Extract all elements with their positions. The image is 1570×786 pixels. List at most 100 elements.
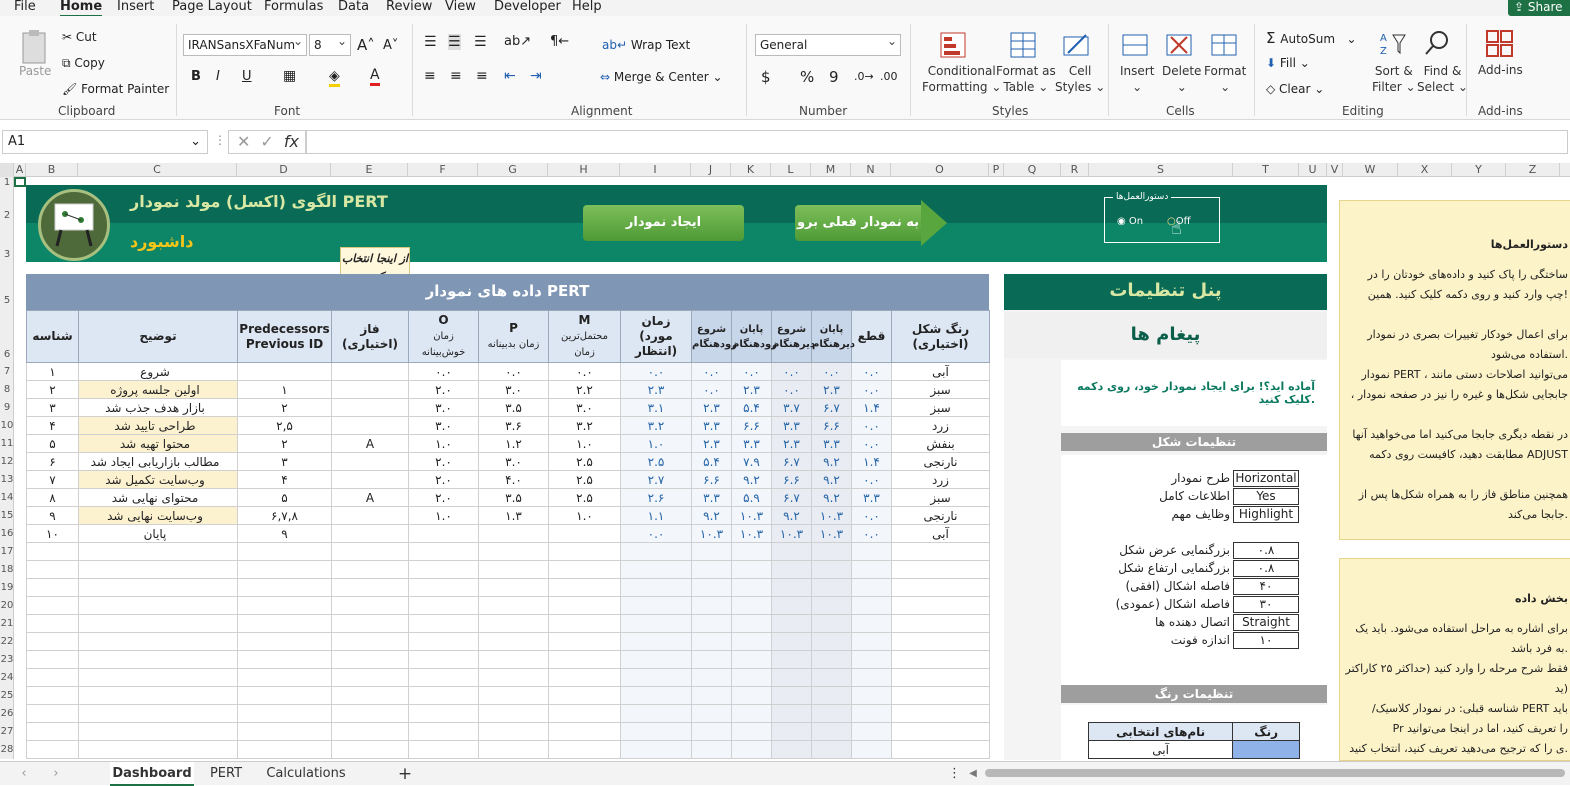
- cell-pessimistic[interactable]: ۱.۳: [478, 506, 549, 525]
- empty-cell[interactable]: [771, 614, 812, 633]
- cell-id[interactable]: ۴: [26, 416, 79, 435]
- conditional-formatting-button[interactable]: Conditional Formatting ⌄: [922, 63, 1001, 95]
- empty-cell[interactable]: [478, 704, 549, 723]
- empty-cell[interactable]: [811, 542, 852, 561]
- empty-cell[interactable]: [620, 686, 692, 705]
- empty-cell[interactable]: [26, 542, 79, 561]
- number-format-select[interactable]: General: [755, 31, 901, 56]
- empty-cell[interactable]: [771, 578, 812, 597]
- empty-cell[interactable]: [478, 686, 549, 705]
- cell-early-start[interactable]: ۶.۶: [691, 470, 732, 489]
- cell-critical[interactable]: ۰.۰: [851, 506, 892, 525]
- empty-cell[interactable]: [620, 560, 692, 579]
- row-header[interactable]: 3: [0, 249, 14, 260]
- font-name-select[interactable]: IRANSansXFaNum: [183, 31, 307, 56]
- empty-cell[interactable]: [78, 704, 238, 723]
- font-size-select[interactable]: 8: [309, 31, 351, 56]
- format-cells-button[interactable]: Format ⌄: [1204, 63, 1246, 95]
- cell-late-finish[interactable]: ۶.۷: [811, 398, 852, 417]
- row-header[interactable]: 18: [0, 564, 14, 575]
- cell-shape-color[interactable]: بنفش: [891, 434, 990, 453]
- cell-predecessors[interactable]: ۱: [237, 380, 332, 399]
- column-header[interactable]: D: [237, 163, 331, 177]
- empty-cell[interactable]: [811, 560, 852, 579]
- cell-critical[interactable]: ۰.۰: [851, 434, 892, 453]
- empty-cell[interactable]: [731, 632, 772, 651]
- row-header[interactable]: 8: [0, 384, 14, 395]
- empty-cell[interactable]: [731, 614, 772, 633]
- empty-cell[interactable]: [771, 686, 812, 705]
- underline-button[interactable]: U: [242, 69, 252, 84]
- align-bottom-icon[interactable]: ☰: [474, 34, 487, 50]
- row-header[interactable]: 23: [0, 654, 14, 665]
- cell-expected-time[interactable]: ۰.۰: [620, 524, 692, 543]
- empty-cell[interactable]: [891, 542, 990, 561]
- empty-cell[interactable]: [26, 704, 79, 723]
- cell-shape-color[interactable]: سبز: [891, 398, 990, 417]
- empty-cell[interactable]: [771, 560, 812, 579]
- empty-cell[interactable]: [691, 542, 732, 561]
- cell-pessimistic[interactable]: ۳.۰: [478, 380, 549, 399]
- row-header[interactable]: 25: [0, 690, 14, 701]
- empty-cell[interactable]: [811, 722, 852, 741]
- cell-late-start[interactable]: ۰.۰: [771, 380, 812, 399]
- cell-id[interactable]: ۸: [26, 488, 79, 507]
- cell-most-likely[interactable]: ۲.۵: [548, 452, 621, 471]
- cell-optimistic[interactable]: ۱.۰: [408, 434, 479, 453]
- cell-id[interactable]: ۲: [26, 380, 79, 399]
- cell-early-start[interactable]: ۰.۰: [691, 380, 732, 399]
- cell-id[interactable]: ۵: [26, 434, 79, 453]
- column-header[interactable]: H: [548, 163, 620, 177]
- empty-cell[interactable]: [237, 704, 332, 723]
- menu-page-layout[interactable]: Page Layout: [172, 0, 252, 14]
- cell-late-finish[interactable]: ۰.۰: [811, 362, 852, 381]
- cell-predecessors[interactable]: ۹: [237, 524, 332, 543]
- cell-early-finish[interactable]: ۷.۹: [731, 452, 772, 471]
- empty-cell[interactable]: [771, 596, 812, 615]
- cell-late-start[interactable]: ۹.۲: [771, 506, 812, 525]
- empty-cell[interactable]: [811, 704, 852, 723]
- cell-phase[interactable]: [331, 524, 409, 543]
- cell-late-start[interactable]: ۲.۳: [771, 434, 812, 453]
- scroll-left-arrow-icon[interactable]: ◀: [966, 762, 980, 786]
- menu-insert[interactable]: Insert: [117, 0, 154, 14]
- empty-cell[interactable]: [731, 722, 772, 741]
- empty-cell[interactable]: [811, 668, 852, 687]
- row-header[interactable]: 11: [0, 438, 14, 449]
- empty-cell[interactable]: [620, 650, 692, 669]
- empty-cell[interactable]: [691, 722, 732, 741]
- empty-cell[interactable]: [331, 632, 409, 651]
- empty-cell[interactable]: [731, 542, 772, 561]
- cell-phase[interactable]: [331, 380, 409, 399]
- scroll-left-icon[interactable]: ‹: [14, 762, 34, 786]
- empty-cell[interactable]: [478, 542, 549, 561]
- empty-cell[interactable]: [771, 704, 812, 723]
- empty-cell[interactable]: [691, 578, 732, 597]
- formula-input[interactable]: [306, 130, 1568, 154]
- setting-value[interactable]: Highlight: [1233, 506, 1299, 523]
- empty-cell[interactable]: [691, 668, 732, 687]
- cell-early-start[interactable]: ۲.۳: [691, 434, 732, 453]
- empty-cell[interactable]: [548, 614, 621, 633]
- empty-cell[interactable]: [771, 650, 812, 669]
- row-header[interactable]: 28: [0, 744, 14, 755]
- go-to-chart-button[interactable]: به نمودار فعلی برو: [795, 205, 921, 241]
- column-header[interactable]: C: [78, 163, 237, 177]
- format-cells-icon[interactable]: [1208, 30, 1240, 60]
- column-header[interactable]: M: [811, 163, 851, 177]
- share-button[interactable]: ⇪ Share: [1508, 0, 1570, 16]
- cell-most-likely[interactable]: ۲.۵: [548, 470, 621, 489]
- empty-cell[interactable]: [26, 560, 79, 579]
- increase-indent-icon[interactable]: ⇥: [530, 68, 542, 84]
- cell-pessimistic[interactable]: ۳.۶: [478, 416, 549, 435]
- fill-button[interactable]: ⬇ Fill ⌄: [1266, 56, 1310, 70]
- empty-cell[interactable]: [237, 668, 332, 687]
- row-header[interactable]: 6: [0, 349, 14, 360]
- cell-early-finish[interactable]: ۱۰.۳: [731, 524, 772, 543]
- cell-id[interactable]: ۳: [26, 398, 79, 417]
- cell-expected-time[interactable]: ۲.۳: [620, 380, 692, 399]
- empty-cell[interactable]: [331, 722, 409, 741]
- increase-decimal-icon[interactable]: .0→: [854, 70, 874, 83]
- empty-cell[interactable]: [548, 542, 621, 561]
- column-header[interactable]: Z: [1506, 163, 1560, 177]
